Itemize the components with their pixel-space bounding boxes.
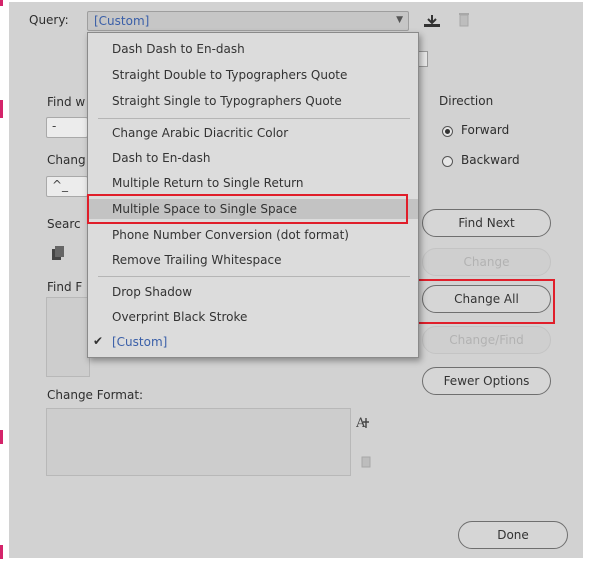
change-to-field[interactable]: ^_ <box>46 176 88 197</box>
menu-item-label: Straight Single to Typographers Quote <box>112 94 342 108</box>
checkmark-icon: ✔ <box>93 334 104 348</box>
menu-item-label: Multiple Return to Single Return <box>112 176 304 190</box>
menu-item-label: [Custom] <box>112 335 168 349</box>
left-edge-mark <box>0 430 3 444</box>
search-label: Searc <box>47 217 81 231</box>
change-all-highlight-box <box>417 279 555 324</box>
menu-item-label: Dash Dash to En-dash <box>112 42 245 56</box>
menu-item[interactable]: Multiple Return to Single Return <box>88 173 418 193</box>
done-button[interactable]: Done <box>458 521 568 549</box>
find-format-panel[interactable] <box>46 297 90 377</box>
find-change-dialog: Query: [Custom] ▼ Find w - Chang ^_ Sear… <box>9 2 583 558</box>
menu-item-label: Straight Double to Typographers Quote <box>112 68 348 82</box>
menu-item[interactable]: Change Arabic Diacritic Color <box>88 123 418 143</box>
menu-item-label: Remove Trailing Whitespace <box>112 253 282 267</box>
left-edge-mark <box>0 100 3 118</box>
menu-item[interactable]: Straight Single to Typographers Quote <box>88 91 418 111</box>
document-icon[interactable] <box>52 246 64 260</box>
find-format-label: Find F <box>47 280 83 294</box>
menu-item[interactable]: Straight Double to Typographers Quote <box>88 65 418 85</box>
trash-icon[interactable] <box>458 12 470 27</box>
menu-item[interactable]: Overprint Black Stroke <box>88 307 418 327</box>
trash-icon[interactable] <box>361 455 371 468</box>
change-find-button[interactable]: Change/Find <box>422 326 551 354</box>
menu-item[interactable]: Phone Number Conversion (dot format) <box>88 225 418 245</box>
find-next-button[interactable]: Find Next <box>422 209 551 237</box>
menu-item-label: Overprint Black Stroke <box>112 310 248 324</box>
query-label: Query: <box>29 13 69 27</box>
chevron-down-icon: ▼ <box>396 15 403 25</box>
direction-forward-label: Forward <box>461 123 510 137</box>
svg-text:A: A <box>356 416 366 430</box>
left-edge-mark <box>0 0 3 6</box>
menu-item-label: Drop Shadow <box>112 285 193 299</box>
find-what-field[interactable]: - <box>46 117 88 138</box>
direction-backward-radio[interactable] <box>442 156 453 167</box>
menu-item-label: Phone Number Conversion (dot format) <box>112 228 349 242</box>
fewer-options-button[interactable]: Fewer Options <box>422 367 551 395</box>
menu-item-selected[interactable]: ✔ [Custom] <box>88 332 418 352</box>
change-to-label: Chang <box>47 153 86 167</box>
menu-item[interactable]: Remove Trailing Whitespace <box>88 250 418 270</box>
specify-attributes-icon[interactable]: A <box>356 414 372 430</box>
find-what-label: Find w <box>47 95 86 109</box>
menu-item[interactable]: Dash Dash to En-dash <box>88 39 418 59</box>
query-value: [Custom] <box>94 14 150 28</box>
save-query-icon[interactable] <box>423 14 441 28</box>
left-edge-mark <box>0 545 3 559</box>
change-format-label: Change Format: <box>47 388 144 402</box>
menu-separator <box>98 276 410 277</box>
menu-item-label: Change Arabic Diacritic Color <box>112 126 289 140</box>
find-what-value: - <box>52 119 57 133</box>
query-select[interactable]: [Custom] ▼ <box>87 11 409 31</box>
menu-item[interactable]: Drop Shadow <box>88 282 418 302</box>
direction-label: Direction <box>439 94 494 108</box>
change-to-value: ^_ <box>52 178 69 192</box>
menu-item[interactable]: Dash to En-dash <box>88 148 418 168</box>
menu-separator <box>98 118 410 119</box>
change-format-panel[interactable] <box>46 408 351 476</box>
direction-forward-radio[interactable] <box>442 126 453 137</box>
menu-highlight-box <box>87 194 408 224</box>
change-button[interactable]: Change <box>422 248 551 276</box>
menu-item-label: Dash to En-dash <box>112 151 211 165</box>
direction-backward-label: Backward <box>461 153 520 167</box>
